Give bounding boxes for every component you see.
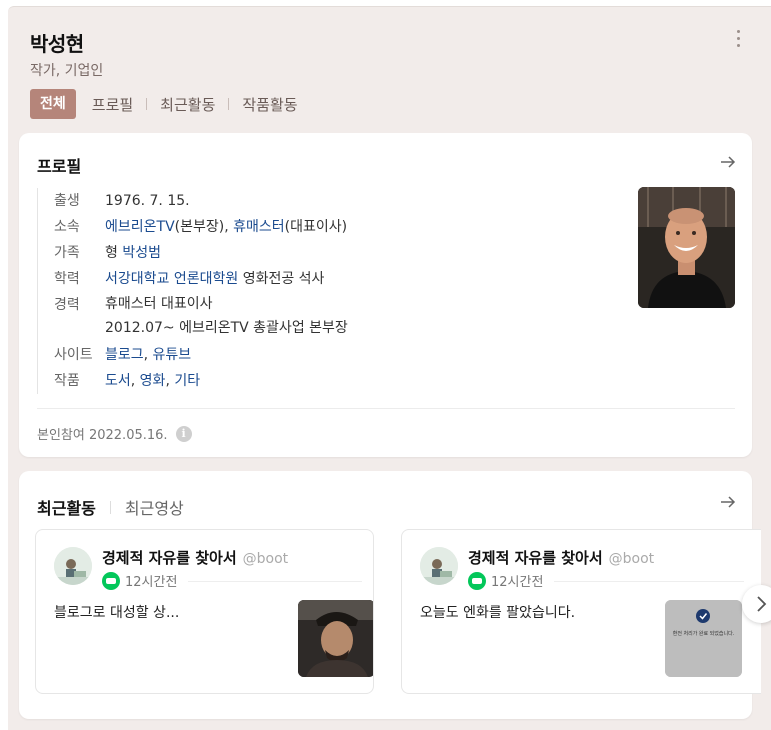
post-text: 블로그로 대성할 상...: [54, 605, 180, 621]
tab-all[interactable]: 전체: [30, 89, 76, 119]
link-university[interactable]: 서강대학교 언론대학원: [105, 271, 238, 287]
profile-row-birth: 출생 1976. 7. 15.: [54, 193, 190, 209]
post-time: 12시간전: [491, 575, 544, 590]
link-movies[interactable]: 영화: [140, 373, 166, 389]
tab-recent-videos[interactable]: 최근영상: [125, 495, 184, 519]
activity-post[interactable]: 경제적 자유를 찾아서 @boot 12시간전 오늘도 엔화를 팔았습니다. 환전…: [401, 529, 761, 694]
tab-divider: [228, 98, 230, 110]
link-etc[interactable]: 기타: [174, 373, 200, 389]
tab-recent-activity-inner[interactable]: 최근활동: [37, 495, 96, 519]
profile-card-title: 프로필: [37, 157, 82, 176]
post-meta: 12시간전: [468, 571, 543, 590]
post-meta: 12시간전: [102, 571, 177, 590]
blog-avatar: [420, 547, 458, 585]
blog-avatar: [54, 547, 92, 585]
chevron-right-icon: [757, 596, 767, 612]
link-family-member[interactable]: 박성범: [122, 245, 161, 261]
profile-row-affiliation: 소속 에브리온TV(본부장), 휴매스터(대표이사): [54, 219, 348, 235]
arrow-right-icon[interactable]: [719, 153, 737, 171]
profile-photo[interactable]: [638, 187, 735, 308]
post-thumbnail: 환전 처리가 완료 되었습니다.: [665, 600, 742, 677]
info-icon[interactable]: i: [175, 425, 192, 442]
link-everyon-tv[interactable]: 에브리온TV: [105, 219, 175, 235]
blog-handle: @boot: [242, 551, 289, 567]
activity-tabs: 최근활동 최근영상: [37, 495, 184, 519]
link-books[interactable]: 도서: [105, 373, 131, 389]
profile-info-list: 출생 1976. 7. 15. 소속 에브리온TV(본부장), 휴매스터(대표이…: [37, 188, 348, 394]
tab-works[interactable]: 작품활동: [242, 94, 297, 115]
post-thumbnail: [298, 600, 373, 677]
tab-bar: 전체 프로필 최근활동 작품활동: [30, 89, 298, 119]
profile-row-career: 경력 휴매스터 대표이사 2012.07~ 에브리온TV 총괄사업 본부장: [54, 296, 348, 336]
arrow-right-icon[interactable]: [719, 493, 737, 511]
person-subtitle: 작가, 기업인: [30, 63, 104, 79]
link-humaster[interactable]: 휴매스터: [233, 219, 285, 235]
profile-card: 프로필 출생 1976. 7. 15. 소속 에브리온TV(본부장), 휴매스터…: [19, 133, 752, 457]
person-name: 박성현: [30, 32, 84, 56]
naver-blog-icon: [102, 571, 120, 590]
link-youtube[interactable]: 유튜브: [153, 347, 192, 363]
blog-name[interactable]: 경제적 자유를 찾아서 @boot: [102, 547, 288, 568]
link-blog[interactable]: 블로그: [105, 347, 144, 363]
verified-note: 본인참여 2022.05.16. i: [37, 424, 192, 443]
tab-divider: [109, 500, 111, 514]
post-time: 12시간전: [125, 575, 178, 590]
card-divider: [37, 408, 735, 409]
activity-post[interactable]: 경제적 자유를 찾아서 @boot 12시간전 블로그로 대성할 상...: [35, 529, 374, 694]
tab-profile[interactable]: 프로필: [92, 94, 133, 115]
profile-row-site: 사이트 블로그, 유튜브: [54, 347, 192, 363]
profile-row-works: 작품 도서, 영화, 기타: [54, 373, 201, 389]
meta-divider: [188, 581, 362, 582]
person-header: 박성현: [30, 28, 84, 57]
meta-divider: [554, 581, 744, 582]
thumbnail-caption: 환전 처리가 완료 되었습니다.: [672, 631, 735, 637]
carousel-next-button[interactable]: [742, 585, 771, 623]
more-options-icon[interactable]: [736, 30, 742, 50]
activity-card: 최근활동 최근영상 경제적 자유를 찾아서 @boot 12시간전 블로그로 대성…: [19, 471, 761, 719]
post-text: 오늘도 엔화를 팔았습니다.: [420, 605, 576, 621]
blog-name[interactable]: 경제적 자유를 찾아서 @boot: [468, 547, 654, 568]
profile-row-family: 가족 형 박성범: [54, 245, 161, 261]
tab-divider: [146, 98, 148, 110]
tab-recent-activity[interactable]: 최근활동: [160, 94, 215, 115]
profile-row-education: 학력 서강대학교 언론대학원 영화전공 석사: [54, 271, 325, 287]
blog-handle: @boot: [608, 551, 655, 567]
naver-blog-icon: [468, 571, 486, 590]
